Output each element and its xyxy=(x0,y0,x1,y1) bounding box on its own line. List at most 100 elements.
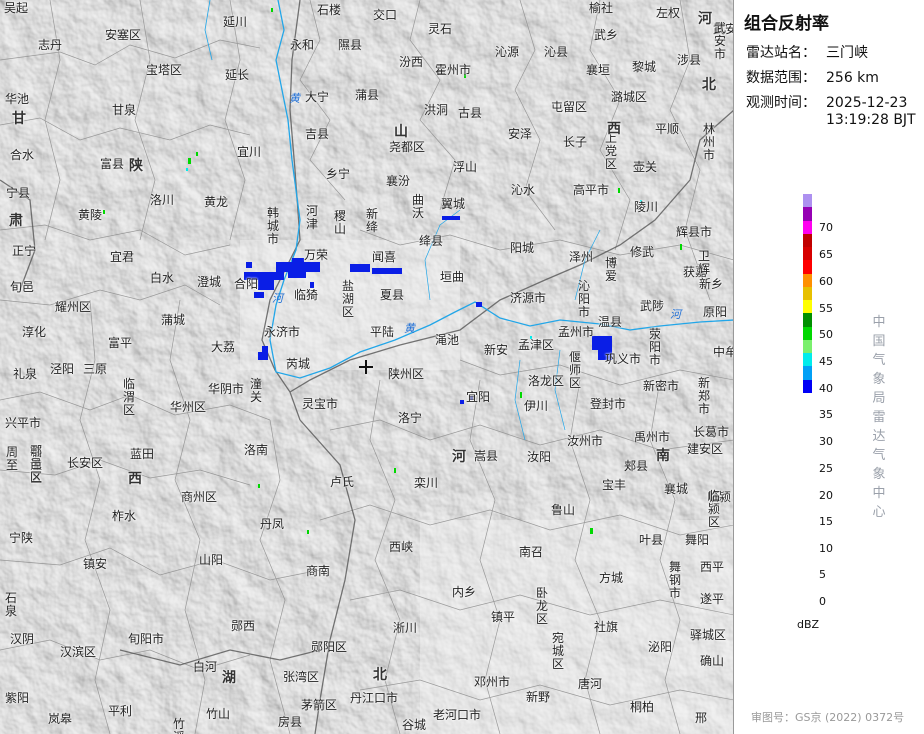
color-legend xyxy=(803,194,812,393)
place-label: 淳化 xyxy=(22,325,47,339)
place-label: 南召 xyxy=(519,545,544,559)
place-label: 合阳 xyxy=(234,277,259,291)
place-label: 孟州市 xyxy=(558,325,595,339)
river-label: 河 xyxy=(272,292,283,305)
place-label: 偃师区 xyxy=(568,350,581,390)
place-label: 澄城 xyxy=(197,275,222,289)
river-label: 河 xyxy=(670,308,681,321)
place-label: 乡宁 xyxy=(326,167,351,181)
place-label: 淅川 xyxy=(393,621,418,635)
place-label: 社旗 xyxy=(594,620,619,634)
place-label: 富平 xyxy=(108,336,133,350)
place-label: 华阴市 xyxy=(208,382,245,396)
place-label: 闻喜 xyxy=(372,250,397,264)
place-label: 芮城 xyxy=(286,357,311,371)
place-label: 大荔 xyxy=(211,340,236,354)
place-label: 永济市 xyxy=(264,325,301,339)
place-label: 三原 xyxy=(83,362,108,376)
legend-swatch xyxy=(803,300,812,314)
river-label: 黄 xyxy=(404,322,415,335)
place-label: 正宁 xyxy=(12,244,37,258)
place-label: 宝丰 xyxy=(602,478,627,492)
place-label: 蒲县 xyxy=(355,88,380,102)
province-label: 北 xyxy=(373,667,387,683)
approval-number: 审图号：GS京 (2022) 0372号 xyxy=(751,711,905,724)
place-label: 孟津区 xyxy=(518,338,555,352)
place-label: 壶关 xyxy=(633,160,658,174)
place-label: 房县 xyxy=(278,715,303,729)
place-label: 陵川 xyxy=(634,200,659,214)
place-label: 舞钢市 xyxy=(668,560,681,600)
radar-map[interactable]: 吴起延川石楼交口榆社左权志丹安塞区永和隰县灵石武乡武安宝塔区延长汾西霍州市沁源沁… xyxy=(0,0,734,734)
place-label: 涉县 xyxy=(677,53,702,67)
place-label: 阳城 xyxy=(510,241,535,255)
place-label: 鄠邑区 xyxy=(29,444,42,484)
place-label: 登封市 xyxy=(590,397,627,411)
place-label: 桐柏 xyxy=(630,700,655,714)
place-label: 屯留区 xyxy=(551,100,588,114)
legend-swatch xyxy=(803,260,812,274)
place-label: 华州区 xyxy=(170,400,207,414)
province-label: 湖 xyxy=(222,670,236,686)
legend-tick-label: 55 xyxy=(819,302,833,315)
organization-name: 中国气象局雷达气象中心 xyxy=(872,315,886,520)
place-label: 沁阳市 xyxy=(577,279,590,319)
time-row: 观测时间： 2025-12-23 xyxy=(746,92,907,112)
place-label: 汝州市 xyxy=(567,434,604,448)
place-label: 黄龙 xyxy=(204,195,229,209)
place-label: 确山 xyxy=(700,654,725,668)
place-label: 辉县市 xyxy=(676,225,713,239)
place-label: 茅箭区 xyxy=(301,698,338,712)
place-label: 耀州区 xyxy=(55,300,92,314)
place-label: 温县 xyxy=(598,315,623,329)
place-label: 周至 xyxy=(5,445,18,472)
place-label: 临猗 xyxy=(294,288,319,302)
place-label: 长安区 xyxy=(67,456,104,470)
time-date: 2025-12-23 xyxy=(826,95,908,111)
place-label: 宜阳 xyxy=(466,390,491,404)
terrain-layer xyxy=(0,0,733,734)
legend-swatch xyxy=(803,194,812,208)
place-label: 吉县 xyxy=(305,127,330,141)
province-label: 南 xyxy=(656,448,670,464)
legend-tick-label: 30 xyxy=(819,435,833,448)
place-label: 郏县 xyxy=(624,459,649,473)
place-label: 吴起 xyxy=(4,1,29,15)
river-label: 黄 xyxy=(289,92,300,105)
legend-swatch xyxy=(803,233,812,248)
legend-tick-label: 15 xyxy=(819,515,833,528)
place-label: 中牟 xyxy=(713,345,733,359)
province-label: 河 xyxy=(452,449,466,465)
range-row: 数据范围： 256 km xyxy=(746,67,879,87)
place-label: 林州市 xyxy=(702,122,715,162)
place-label: 竹溪 xyxy=(172,717,185,734)
place-label: 宛城区 xyxy=(551,631,564,671)
place-label: 盐湖区 xyxy=(341,279,354,319)
province-label: 北 xyxy=(702,77,716,93)
place-label: 博爱 xyxy=(604,256,617,283)
place-label: 新郑市 xyxy=(697,376,710,416)
place-label: 临颍区 xyxy=(707,489,720,529)
place-label: 建安区 xyxy=(687,442,724,456)
legend-tick-label: 10 xyxy=(819,542,833,555)
legend-swatch xyxy=(803,273,812,287)
place-label: 石泉 xyxy=(4,591,17,618)
place-label: 济源市 xyxy=(510,291,547,305)
place-label: 永和 xyxy=(290,38,315,52)
place-label: 丹凤 xyxy=(260,517,285,531)
place-label: 长葛市 xyxy=(693,425,730,439)
place-label: 沁水 xyxy=(511,183,536,197)
place-label: 平顺 xyxy=(655,122,680,136)
place-label: 礼泉 xyxy=(13,367,38,381)
place-label: 黎城 xyxy=(632,60,657,74)
range-label: 数据范围： xyxy=(746,70,816,86)
place-label: 洛龙区 xyxy=(528,374,565,388)
place-label: 老河口市 xyxy=(433,708,482,722)
place-label: 汉滨区 xyxy=(60,645,97,659)
legend-swatch xyxy=(803,286,812,301)
place-label: 西峡 xyxy=(389,540,414,554)
place-label: 竹山 xyxy=(206,707,231,721)
place-label: 镇平 xyxy=(491,610,516,624)
place-label: 泽州 xyxy=(569,250,594,264)
place-label: 甘泉 xyxy=(112,103,137,117)
